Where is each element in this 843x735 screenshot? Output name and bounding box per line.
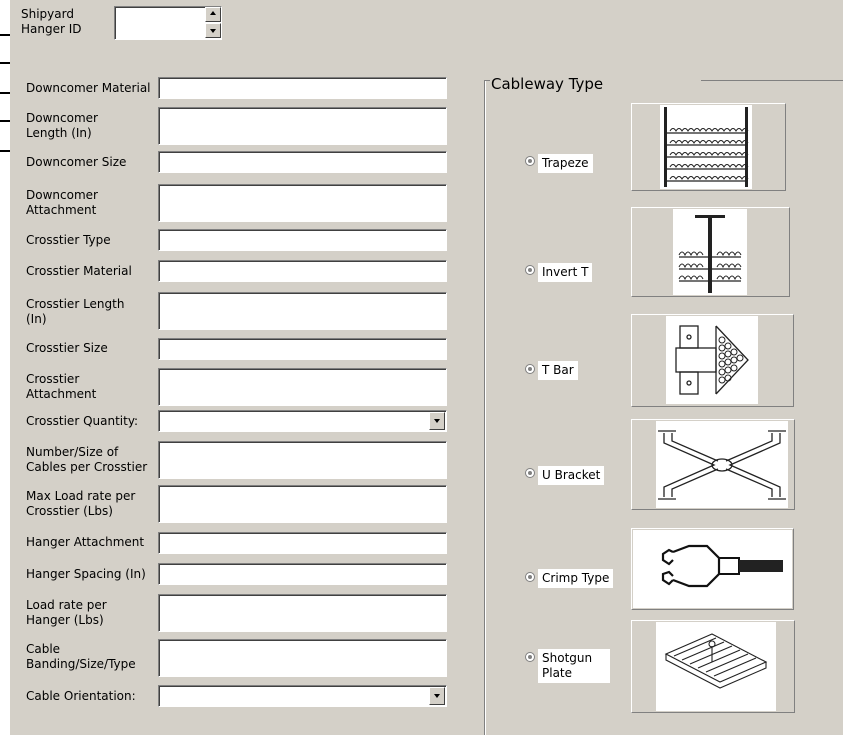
crosstier-material-label: Crosstier Material [26,264,132,278]
max-load-rate-label: Max Load rate per Crosstier (Lbs) [26,489,136,518]
invert-t-label[interactable]: Invert T [538,263,593,282]
t-bar-icon [675,325,749,395]
crosstier-attachment-label: Crosstier Attachment [26,372,97,401]
chevron-down-icon [434,419,440,423]
group-border [485,81,486,735]
u-bracket-icon [658,430,786,500]
left-edge-strip [0,0,10,735]
edge-tick [0,120,10,122]
crosstier-quantity-label: Crosstier Quantity: [26,414,139,428]
crosstier-attachment-input[interactable] [158,368,447,406]
downcomer-length-label: Downcomer Length (In) [26,111,98,140]
chevron-down-icon [434,694,440,698]
crimp-type-icon [661,544,783,588]
hanger-attachment-label: Hanger Attachment [26,535,145,549]
edge-tick [0,92,10,94]
crimp-type-label[interactable]: Crimp Type [538,569,614,588]
downcomer-material-input[interactable] [158,77,447,99]
edge-tick [0,150,10,152]
hanger-id-label: Shipyard Hanger ID [21,7,82,36]
downcomer-size-label: Downcomer Size [26,155,127,169]
cables-per-crosstier-input[interactable] [158,441,447,479]
t-bar-radio[interactable] [525,364,535,374]
trapeze-label[interactable]: Trapeze [538,154,593,173]
load-rate-per-hanger-label: Load rate per Hanger (Lbs) [26,598,107,627]
crimp-type-radio[interactable] [525,572,535,582]
cable-orientation-dropdown-button[interactable] [429,687,445,705]
cable-orientation-label: Cable Orientation: [26,689,136,703]
crosstier-type-label: Crosstier Type [26,233,111,247]
hanger-spacing-label: Hanger Spacing (In) [26,567,146,581]
trapeze-icon [664,107,749,187]
downcomer-length-input[interactable] [158,107,447,145]
crosstier-material-input[interactable] [158,260,447,282]
edge-tick [0,34,10,36]
u-bracket-label[interactable]: U Bracket [538,466,605,485]
crosstier-size-input[interactable] [158,338,447,360]
spin-down-button[interactable] [205,23,221,38]
crosstier-quantity-dropdown-button[interactable] [429,412,445,430]
downcomer-material-label: Downcomer Material [26,81,151,95]
hanger-id-input[interactable] [114,6,222,40]
cables-per-crosstier-label: Number/Size of Cables per Crosstier [26,445,148,474]
hanger-attachment-input[interactable] [158,532,447,554]
arrow-up-icon [210,11,216,15]
shotgun-plate-image[interactable] [631,620,795,713]
invert-t-image[interactable] [631,207,790,297]
cable-banding-label: Cable Banding/Size/Type [26,642,136,671]
max-load-rate-input[interactable] [158,485,447,523]
trapeze-image[interactable] [631,103,786,191]
shotgun-plate-label[interactable]: Shotgun Plate [538,649,610,683]
crosstier-size-label: Crosstier Size [26,341,108,355]
edge-tick [0,62,10,64]
invert-t-radio[interactable] [525,265,535,275]
cable-banding-input[interactable] [158,639,447,677]
arrow-down-icon [210,29,216,33]
t-bar-image[interactable] [631,314,794,407]
load-rate-per-hanger-input[interactable] [158,594,447,632]
crosstier-length-input[interactable] [158,292,447,330]
crimp-type-image[interactable] [631,528,794,610]
shotgun-plate-icon [664,633,768,689]
downcomer-size-input[interactable] [158,151,447,173]
crosstier-length-label: Crosstier Length (In) [26,297,125,326]
hanger-spacing-input[interactable] [158,563,447,585]
trapeze-radio[interactable] [525,156,535,166]
t-bar-label[interactable]: T Bar [538,361,578,380]
crosstier-type-input[interactable] [158,229,447,251]
shotgun-plate-radio[interactable] [525,652,535,662]
downcomer-attachment-label: Downcomer Attachment [26,188,98,217]
u-bracket-image[interactable] [631,419,795,510]
group-border [701,80,843,81]
downcomer-attachment-input[interactable] [158,184,447,222]
cable-orientation-select[interactable] [158,685,447,707]
u-bracket-radio[interactable] [525,468,535,478]
crosstier-quantity-select[interactable] [158,410,447,432]
spin-up-button[interactable] [205,7,221,22]
cableway-type-title: Cableway Type [491,75,604,93]
invert-t-icon [678,215,742,293]
